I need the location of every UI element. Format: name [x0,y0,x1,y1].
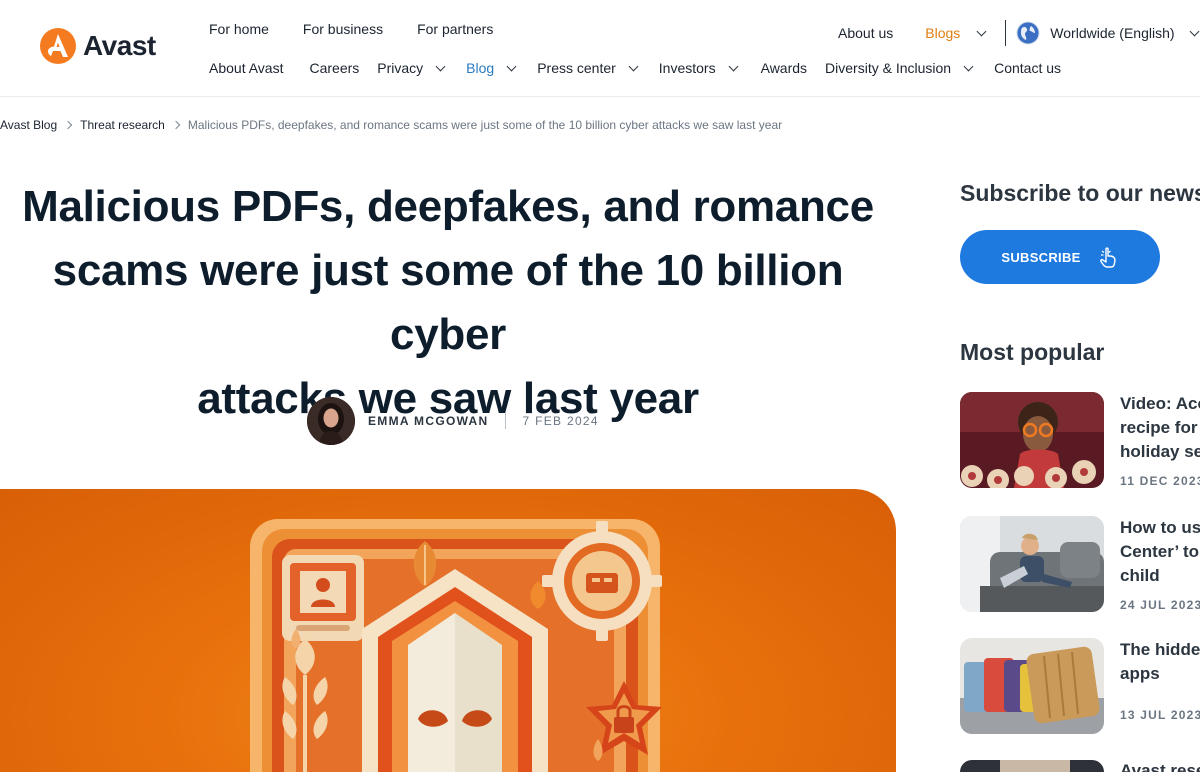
nav-label: Awards [760,60,808,76]
post-title: Avast rese [1120,759,1200,772]
nav-label: About Avast [209,60,284,76]
hero-image [0,489,896,772]
chevron-down-icon [976,26,987,36]
popular-post[interactable]: Avast rese [960,760,1200,772]
chevron-right-icon [63,120,73,130]
post-photo [960,760,1104,772]
post-thumbnail [960,638,1104,734]
author-name[interactable]: EMMA MCGOWAN [368,414,488,428]
globe-icon [1016,21,1040,45]
nav-press-center[interactable]: Press center [537,59,639,77]
title-line: Malicious PDFs, deepfakes, and romance [22,182,874,231]
nav-diversity-inclusion[interactable]: Diversity & Inclusion [825,59,974,77]
post-title-line: holiday se [1120,442,1200,461]
post-title-line: The hidder [1120,640,1200,659]
author-photo [307,397,355,445]
nav-blogs-dropdown[interactable]: Blogs [925,25,987,41]
author-avatar[interactable] [307,397,355,445]
subscribe-label: SUBSCRIBE [1001,249,1081,265]
nav-label: Privacy [377,60,424,76]
nav-label: Blog [466,60,495,76]
chevron-right-icon [171,120,181,130]
title-line: scams were just some of the 10 billion c… [52,246,844,359]
post-title-line: apps [1120,664,1160,683]
chevron-down-icon [435,61,446,71]
post-thumbnail [960,760,1104,772]
nav-blogs-label: Blogs [925,25,961,41]
article-title: Malicious PDFs, deepfakes, and romance s… [0,175,896,431]
most-popular-heading: Most popular [960,339,1105,365]
section-nav: About Avast Careers Privacy Blog Press c… [209,59,1061,77]
nav-careers[interactable]: Careers [309,59,359,77]
nav-label: Investors [658,60,716,76]
nav-label: Careers [309,60,360,76]
post-thumbnail [960,516,1104,612]
nav-label: Contact us [994,60,1062,76]
nav-privacy[interactable]: Privacy [377,59,446,77]
nav-blog[interactable]: Blog [466,59,517,77]
divider [505,413,507,429]
popular-post[interactable]: The hidder apps 13 JUL 2023 [960,638,1200,734]
nav-awards[interactable]: Awards [761,59,807,77]
breadcrumb-root[interactable]: Avast Blog [0,118,57,132]
child-laptop-photo [960,516,1104,612]
nav-about-us[interactable]: About us [838,25,893,41]
nav-for-business[interactable]: For business [303,20,383,38]
chevron-down-icon [628,61,639,71]
luggage-photo [960,638,1104,734]
breadcrumb: Avast Blog Threat research Malicious PDF… [0,118,782,132]
post-title-line: child [1120,566,1160,585]
post-title: Video: Acc recipe for holiday se [1120,392,1200,464]
nav-contact-us[interactable]: Contact us [994,59,1061,77]
post-title-line: Video: Acc [1120,394,1200,413]
post-thumbnail [960,392,1104,488]
nav-for-partners[interactable]: For partners [417,20,493,38]
breadcrumb-category[interactable]: Threat research [80,118,165,132]
divider [1005,20,1007,46]
popular-post[interactable]: How to us Center’ to child 24 JUL 2023 [960,516,1200,612]
chevron-down-icon [963,61,974,71]
publish-date: 7 FEB 2024 [522,414,599,428]
chevron-down-icon [728,61,739,71]
logo-text: Avast [83,30,156,61]
chevron-down-icon [1189,26,1199,36]
utility-nav: About us Blogs Worldwide (English) [838,20,1199,46]
post-title-line: recipe for [1120,418,1198,437]
hero-illustration [250,519,662,772]
post-date: 11 DEC 2023 [1120,474,1200,488]
nav-label: Diversity & Inclusion [825,60,952,76]
nav-label: Press center [537,60,616,76]
post-title-line: How to us [1120,518,1200,537]
avast-logo-icon [40,28,76,64]
popular-post[interactable]: Video: Acc recipe for holiday se 11 DEC … [960,392,1200,488]
post-date: 13 JUL 2023 [1120,708,1200,722]
locale-selector[interactable]: Worldwide (English) [1016,21,1199,45]
post-title-line: Center’ to [1120,542,1200,561]
subscribe-button[interactable]: SUBSCRIBE [960,230,1160,284]
nav-for-home[interactable]: For home [209,20,269,38]
pointer-hand-icon [1099,247,1116,268]
chevron-down-icon [506,61,517,71]
post-title: The hidder apps [1120,638,1200,686]
post-title-line: Avast rese [1120,761,1200,772]
site-header: Avast For home For business For partners… [0,0,1200,97]
breadcrumb-current: Malicious PDFs, deepfakes, and romance s… [187,118,783,132]
article-byline: EMMA MCGOWAN 7 FEB 2024 [307,397,599,445]
nav-investors[interactable]: Investors [658,59,739,77]
cookies-photo [960,392,1104,488]
nav-about-avast[interactable]: About Avast [209,59,283,77]
newsletter-heading: Subscribe to our newsl [960,180,1200,206]
audience-nav: For home For business For partners [209,20,493,38]
locale-label: Worldwide (English) [1050,25,1175,41]
post-date: 24 JUL 2023 [1120,598,1200,612]
post-title: How to us Center’ to child [1120,516,1200,588]
avast-logo[interactable]: Avast [39,27,156,65]
